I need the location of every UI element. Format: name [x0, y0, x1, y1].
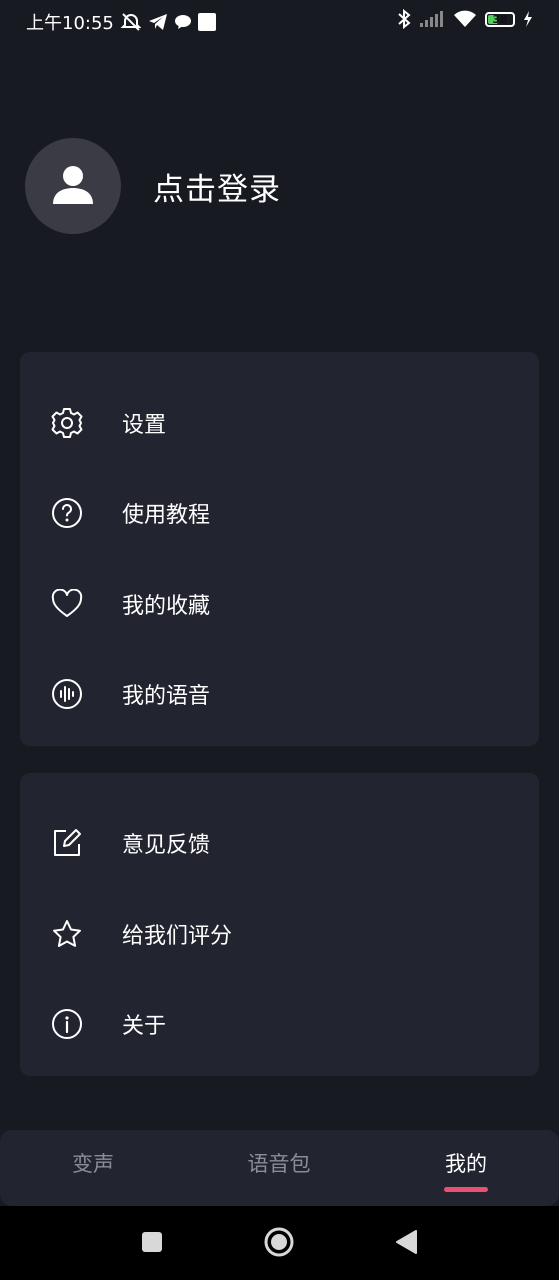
- info-icon: [50, 1007, 84, 1041]
- home-button[interactable]: [263, 1226, 295, 1262]
- tab-mine[interactable]: 我的: [373, 1130, 559, 1206]
- menu-label: 使用教程: [122, 503, 211, 528]
- voice-wave-icon: [50, 677, 84, 711]
- tab-label: 我的: [445, 1152, 487, 1176]
- menu-item-about[interactable]: 关于: [20, 979, 539, 1069]
- chat-bubble-icon: [174, 14, 192, 30]
- menu-item-feedback[interactable]: 意见反馈: [20, 798, 539, 888]
- bottom-tab-bar: 变声 语音包 我的: [0, 1130, 559, 1206]
- wifi-icon: [453, 10, 477, 28]
- status-right: 38: [397, 9, 533, 29]
- menu-item-my-voice[interactable]: 我的语音: [20, 649, 539, 739]
- menu-label: 我的语音: [122, 684, 211, 709]
- back-button[interactable]: [390, 1228, 422, 1260]
- recents-button[interactable]: [136, 1228, 168, 1260]
- square-notification-icon: [197, 13, 216, 31]
- menu-item-tutorial[interactable]: 使用教程: [20, 468, 539, 558]
- alarm-off-icon: [120, 12, 142, 32]
- menu-label: 关于: [122, 1014, 167, 1039]
- triangle-back-icon: [394, 1229, 418, 1259]
- battery-level: 38: [492, 12, 508, 26]
- menu-label: 给我们评分: [122, 924, 233, 949]
- battery-icon: 38: [485, 11, 515, 27]
- tab-label: 变声: [72, 1152, 114, 1176]
- telegram-icon: [148, 13, 168, 31]
- menu-label: 设置: [122, 413, 167, 438]
- heart-icon: [50, 587, 84, 621]
- tab-label: 语音包: [247, 1152, 311, 1176]
- menu-label: 意见反馈: [122, 833, 211, 858]
- square-icon: [141, 1231, 163, 1257]
- status-left: 上午10:55: [26, 9, 216, 35]
- edit-icon: [50, 826, 84, 860]
- star-icon: [50, 917, 84, 951]
- avatar[interactable]: [25, 138, 121, 234]
- menu-card-primary: 设置 使用教程 我的收藏 我的语音: [20, 352, 539, 746]
- user-icon: [51, 162, 95, 210]
- menu-item-rate-us[interactable]: 给我们评分: [20, 889, 539, 979]
- tab-voice-pack[interactable]: 语音包: [186, 1130, 372, 1206]
- system-nav-bar: [0, 1206, 559, 1280]
- menu-item-favorites[interactable]: 我的收藏: [20, 559, 539, 649]
- status-bar: 上午10:55 38: [0, 0, 559, 42]
- circle-icon: [263, 1226, 295, 1262]
- charging-icon: [523, 11, 533, 27]
- tab-voice-change[interactable]: 变声: [0, 1130, 186, 1206]
- menu-card-secondary: 意见反馈 给我们评分 关于: [20, 773, 539, 1076]
- gear-icon: [50, 406, 84, 440]
- menu-label: 我的收藏: [122, 594, 211, 619]
- signal-icon: [419, 11, 445, 27]
- help-circle-icon: [50, 496, 84, 530]
- login-profile[interactable]: 点击登录: [25, 138, 281, 234]
- status-time: 上午10:55: [26, 13, 114, 34]
- menu-item-settings[interactable]: 设置: [20, 378, 539, 468]
- login-label[interactable]: 点击登录: [153, 164, 281, 209]
- bluetooth-icon: [397, 9, 411, 29]
- active-tab-indicator: [444, 1187, 488, 1192]
